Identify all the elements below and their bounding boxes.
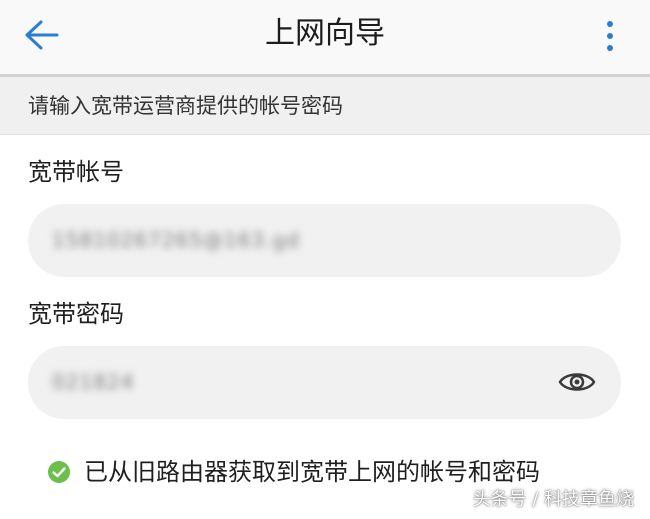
- account-input[interactable]: 15810267265@163.gd: [28, 204, 621, 277]
- more-vertical-icon: [607, 21, 613, 27]
- show-password-button[interactable]: [557, 364, 597, 400]
- more-options-button[interactable]: [598, 14, 622, 58]
- watermark: 头条号 / 科技章鱼烧: [472, 489, 634, 510]
- password-value: 021824: [52, 370, 135, 394]
- account-value: 15810267265@163.gd: [52, 228, 300, 252]
- eye-icon: [558, 373, 596, 391]
- account-label: 宽带帐号: [28, 158, 124, 186]
- hint-bar: 请输入宽带运营商提供的帐号密码: [0, 77, 650, 135]
- password-label: 宽带密码: [28, 300, 124, 328]
- password-input[interactable]: 021824: [28, 346, 621, 419]
- hint-text: 请输入宽带运营商提供的帐号密码: [28, 94, 343, 118]
- check-circle-icon: [48, 461, 70, 483]
- status-text: 已从旧路由器获取到宽带上网的帐号和密码: [84, 458, 540, 486]
- app-bar: 上网向导: [0, 0, 650, 74]
- status-row: 已从旧路由器获取到宽带上网的帐号和密码: [48, 450, 540, 494]
- page-title: 上网向导: [265, 16, 385, 51]
